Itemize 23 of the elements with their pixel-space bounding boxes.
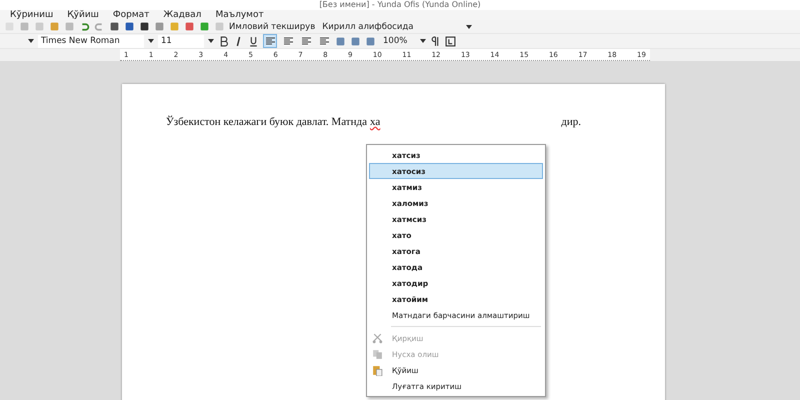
font-select[interactable]: Times New Roman bbox=[38, 34, 144, 48]
menu-item[interactable]: Маълумот bbox=[215, 10, 264, 20]
spell-check-label[interactable]: Имловий текширув bbox=[229, 22, 316, 32]
pilcrow-icon[interactable] bbox=[430, 36, 441, 46]
caret-icon bbox=[208, 39, 214, 43]
menu-item[interactable]: Қўйиш bbox=[67, 10, 99, 20]
caret-icon bbox=[28, 39, 34, 43]
document-text: дир. bbox=[561, 116, 581, 128]
menu-item[interactable]: Кўриниш bbox=[10, 10, 54, 20]
caret-icon bbox=[466, 24, 472, 28]
align-left-icon[interactable] bbox=[263, 34, 277, 48]
caret-icon bbox=[420, 39, 426, 43]
underline-icon[interactable] bbox=[248, 36, 259, 46]
zoom-select[interactable]: 100% bbox=[380, 34, 416, 48]
script-select[interactable]: Кирилл алифбосида bbox=[319, 20, 476, 33]
misspelled-word: ха bbox=[370, 116, 380, 128]
size-select[interactable]: 11 bbox=[158, 34, 204, 48]
menu-item[interactable]: Формат bbox=[112, 10, 150, 20]
menu-item[interactable]: Жадвал bbox=[163, 10, 202, 20]
window-title: [Без имени] - Yunda Ofis (Yunda Online) bbox=[319, 0, 481, 10]
bold-icon[interactable] bbox=[218, 36, 229, 46]
document-text: Ўзбекистон келажаги буюк давлат. Матнда bbox=[166, 116, 367, 128]
caret-icon bbox=[148, 39, 154, 43]
